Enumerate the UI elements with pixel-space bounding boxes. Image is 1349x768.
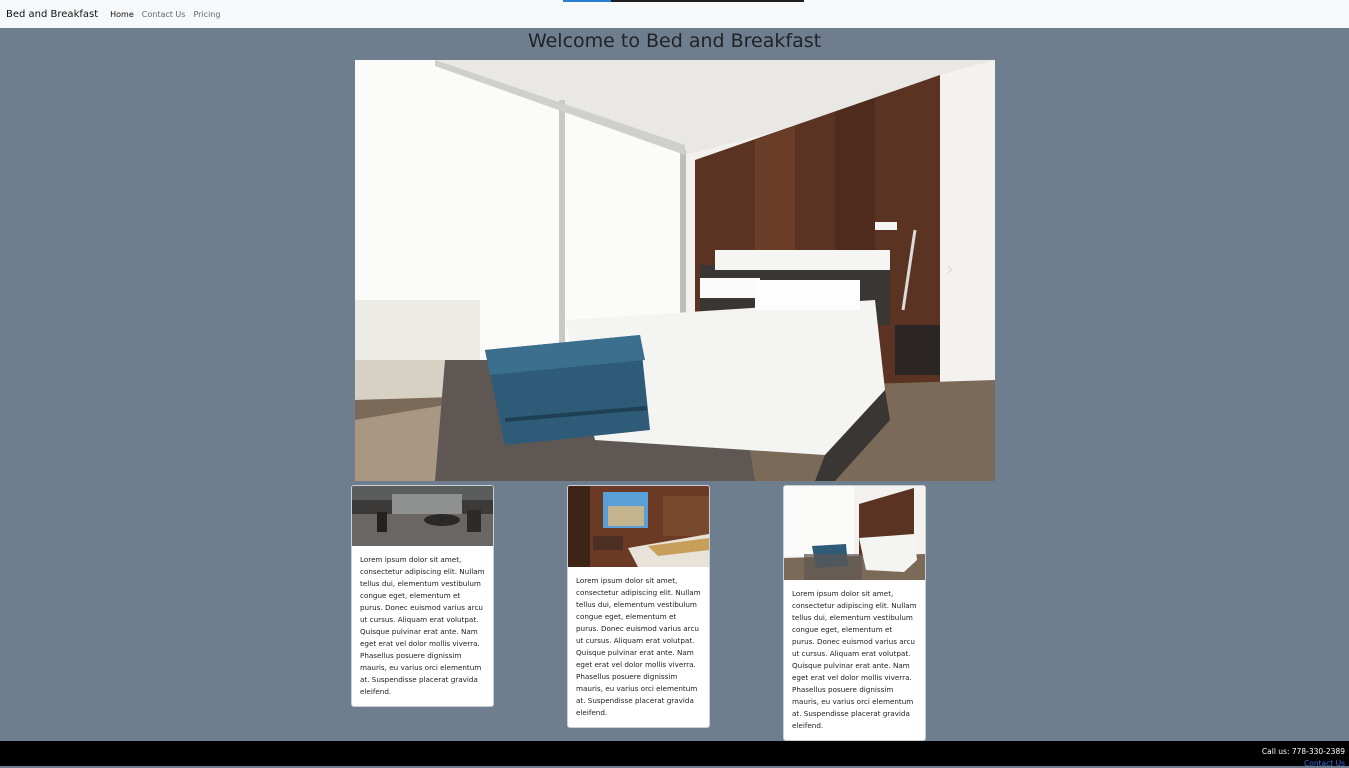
navbar: Bed and Breakfast Home Contact Us Pricin… — [0, 0, 1349, 28]
hero-carousel[interactable]: › — [355, 60, 995, 481]
footer: Call us: 778-330-2389 Contact Us — [0, 741, 1349, 768]
card-image-bedroom — [784, 486, 925, 580]
card-description: Lorem ipsum dolor sit amet, consectetur … — [576, 576, 701, 717]
footer-phone-text: Call us: 778-330-2389 — [1261, 747, 1345, 756]
chevron-right-icon[interactable]: › — [943, 260, 957, 280]
room-card-1: Lorem ipsum dolor sit amet, consectetur … — [351, 485, 494, 707]
page-title: Welcome to Bed and Breakfast — [527, 30, 822, 52]
hero-bedroom-image — [355, 60, 995, 481]
room-card-2: Lorem ipsum dolor sit amet, consectetur … — [567, 485, 710, 728]
nav-link-contact-us[interactable]: Contact Us — [142, 10, 186, 19]
nav-link-home[interactable]: Home — [110, 10, 134, 19]
page-load-progress — [563, 0, 804, 2]
nav-link-pricing[interactable]: Pricing — [193, 10, 220, 19]
card-image-suite — [568, 486, 709, 567]
footer-contact-link[interactable]: Contact Us — [1304, 759, 1345, 768]
card-description: Lorem ipsum dolor sit amet, consectetur … — [360, 555, 485, 696]
room-card-3: Lorem ipsum dolor sit amet, consectetur … — [783, 485, 926, 741]
card-image-lounge — [352, 486, 493, 546]
card-description: Lorem ipsum dolor sit amet, consectetur … — [792, 589, 917, 730]
brand-logo-text[interactable]: Bed and Breakfast — [6, 9, 98, 20]
